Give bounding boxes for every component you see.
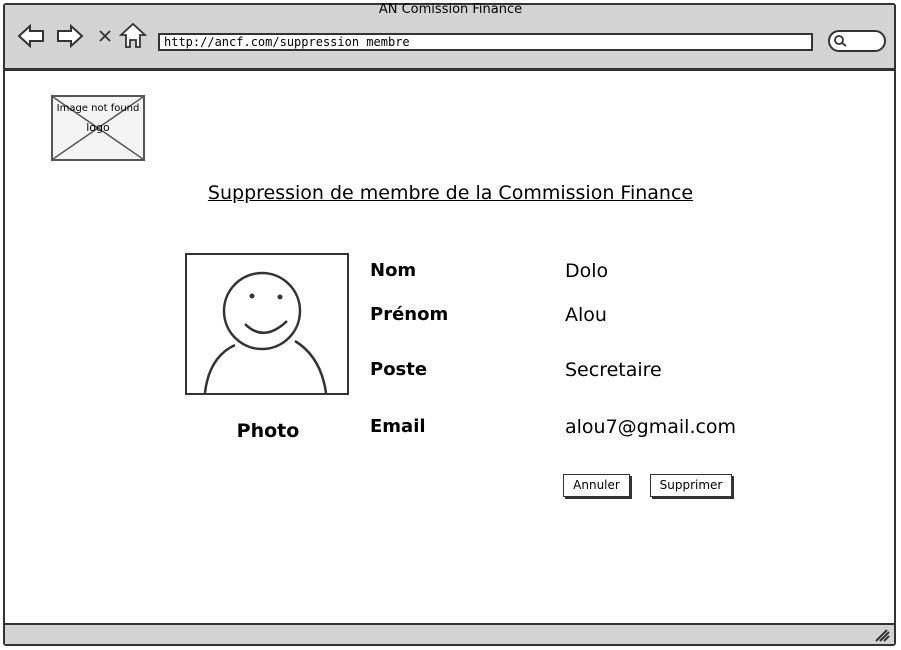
cancel-button[interactable]: Annuler — [563, 474, 630, 497]
resize-grip-icon[interactable] — [874, 628, 890, 642]
field-value-email: alou7@gmail.com — [565, 416, 737, 438]
field-label-nom: Nom — [370, 260, 417, 281]
search-box[interactable] — [828, 30, 886, 52]
field-value-prenom: Alou — [565, 304, 607, 326]
arrow-right-icon[interactable] — [56, 22, 84, 50]
person-avatar-icon — [203, 271, 328, 394]
arrow-left-icon[interactable] — [17, 22, 45, 50]
field-label-prenom: Prénom — [370, 304, 449, 325]
field-label-email: Email — [370, 416, 426, 437]
logo-missing-text: Image not found — [56, 103, 140, 114]
page-title: Suppression de membre de la Commission F… — [207, 182, 694, 204]
logo-placeholder: Image not found logo — [51, 95, 145, 161]
window-title: AN Comission Finance — [378, 2, 523, 17]
url-input[interactable]: http://ancf.com/suppression membre — [158, 33, 813, 51]
close-icon[interactable] — [92, 22, 120, 50]
photo-label: Photo — [236, 420, 300, 442]
home-icon[interactable] — [119, 22, 147, 50]
logo-label: logo — [86, 121, 110, 134]
status-bar — [5, 623, 894, 644]
field-value-poste: Secretaire — [565, 359, 662, 381]
member-photo — [185, 253, 349, 395]
search-icon — [834, 35, 847, 47]
field-value-nom: Dolo — [565, 260, 609, 282]
field-label-poste: Poste — [370, 359, 428, 380]
delete-button[interactable]: Supprimer — [650, 474, 732, 497]
